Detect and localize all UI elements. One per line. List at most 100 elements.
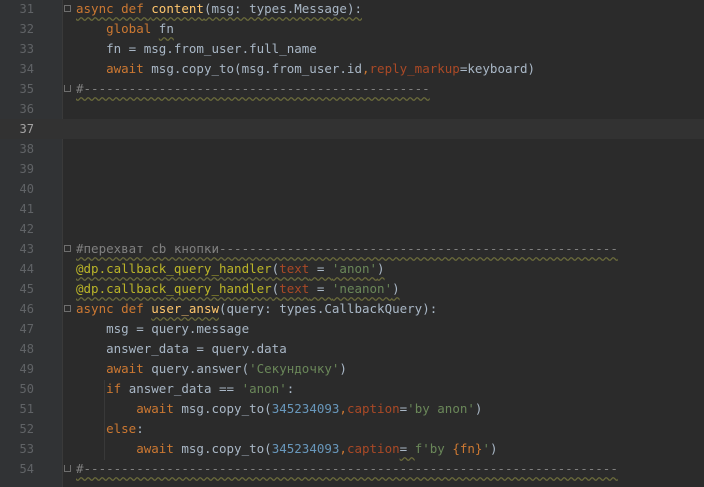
code-line[interactable]: 47 msg = query.message [0,319,704,339]
code-token: async def [76,301,152,316]
line-number: 46 [19,302,34,316]
code-line[interactable]: 49 await query.answer('Секундочку') [0,359,704,379]
code-token: if [106,381,129,396]
code-text: await msg.copy_to(msg.from_user.id,reply… [76,59,535,79]
code-token: answer_data = query.data [76,341,287,356]
code-token: 'by anon' [407,401,475,416]
code-text: await msg.copy_to(345234093,caption= f'b… [76,439,498,459]
code-token: caption [346,441,400,456]
code-token: ) [474,401,483,416]
code-token: , [339,401,347,416]
code-token: 345234093 [271,441,340,456]
code-line[interactable]: 54 #-------------------------------------… [0,459,704,479]
line-number: 40 [19,182,34,196]
code-token: fn [158,21,174,36]
code-line[interactable]: 38 [0,139,704,159]
fold-marker-icon[interactable] [64,465,71,472]
line-number: 39 [19,162,34,176]
code-line[interactable]: 39 [0,159,704,179]
code-line[interactable]: 48 answer_data = query.data [0,339,704,359]
code-token: await [106,361,152,376]
line-number: 49 [19,362,34,376]
code-token: @dp.callback_query_handler [76,261,272,276]
code-token: ) [377,261,385,276]
fold-marker-icon[interactable] [64,305,71,312]
code-token: msg.copy_to(msg.from_user.id [151,61,362,76]
code-token: reply_markup [369,61,460,76]
code-line[interactable]: 40 [0,179,704,199]
code-token: 'neanon' [331,281,393,296]
code-line[interactable]: 32 global fn [0,19,704,39]
code-text: else: [76,419,144,439]
code-line[interactable]: 44 @dp.callback_query_handler(text = 'ano… [0,259,704,279]
code-line[interactable]: 50 if answer_data == 'anon': [0,379,704,399]
line-number: 50 [19,382,34,396]
code-line[interactable]: 53 await msg.copy_to(345234093,caption= … [0,439,704,459]
code-token: #---------------------------------------… [76,81,430,96]
line-number: 36 [19,102,34,116]
line-number: 34 [19,62,34,76]
line-number: 32 [19,22,34,36]
code-token: =keyboard) [459,61,536,76]
code-line[interactable]: 35 #-------------------------------------… [0,79,704,99]
code-token: (msg: types.Message): [203,1,362,16]
code-token: : [136,421,144,436]
code-text: async def content(msg: types.Message): [76,0,362,19]
line-number: 43 [19,242,34,256]
code-line[interactable]: 52 else: [0,419,704,439]
fold-marker-icon[interactable] [64,85,71,92]
code-text: answer_data = query.data [76,339,287,359]
fold-marker-icon[interactable] [64,5,71,12]
code-token: text [279,281,310,296]
line-number: 33 [19,42,34,56]
code-text: msg = query.message [76,319,249,339]
code-token: user_answ [151,301,219,316]
code-token: msg = query.message [76,321,250,336]
code-token: ) [339,361,347,376]
line-number: 54 [19,462,34,476]
code-line[interactable]: 33 fn = msg.from_user.full_name [0,39,704,59]
line-number: 51 [19,402,34,416]
code-text: if answer_data == 'anon': [76,379,294,399]
code-token: , [361,61,370,76]
code-text: @dp.callback_query_handler(text = 'neano… [76,279,400,299]
code-token: (query: types.CallbackQuery): [219,301,438,316]
line-number: 47 [19,322,34,336]
code-token: = [309,281,332,296]
code-token: 'anon' [331,261,378,276]
code-line[interactable]: 34 await msg.copy_to(msg.from_user.id,re… [0,59,704,79]
line-number: 31 [19,2,34,16]
code-token: {fn} [452,441,483,456]
code-token: await [106,61,152,76]
code-token: msg.copy_to( [181,441,272,456]
code-line[interactable]: 31 async def content(msg: types.Message): [0,0,704,19]
fold-marker-icon[interactable] [64,245,71,252]
code-token: #---------------------------------------… [76,461,618,476]
code-line[interactable]: 51 await msg.copy_to(345234093,caption='… [0,399,704,419]
code-line[interactable]: 46 async def user_answ(query: types.Callb… [0,299,704,319]
code-editor[interactable]: 31 async def content(msg: types.Message):… [0,0,704,487]
line-number: 52 [19,422,34,436]
code-line[interactable]: 36 [0,99,704,119]
line-number: 53 [19,442,34,456]
code-line[interactable]: 37 [0,119,704,139]
code-text: await msg.copy_to(345234093,caption='by … [76,399,482,419]
code-token: 345234093 [271,401,340,416]
code-line[interactable]: 45 @dp.callback_query_handler(text = 'nea… [0,279,704,299]
line-number: 45 [19,282,34,296]
code-token: 'anon' [241,381,287,396]
code-line[interactable]: 41 [0,199,704,219]
code-line[interactable]: 43 #перехват cb кнопки-------------------… [0,239,704,259]
code-text: #перехват cb кнопки---------------------… [76,239,618,259]
code-token: global [106,21,159,36]
code-token: ) [489,441,498,456]
code-line[interactable]: 42 [0,219,704,239]
code-text: await query.answer('Секундочку') [76,359,347,379]
